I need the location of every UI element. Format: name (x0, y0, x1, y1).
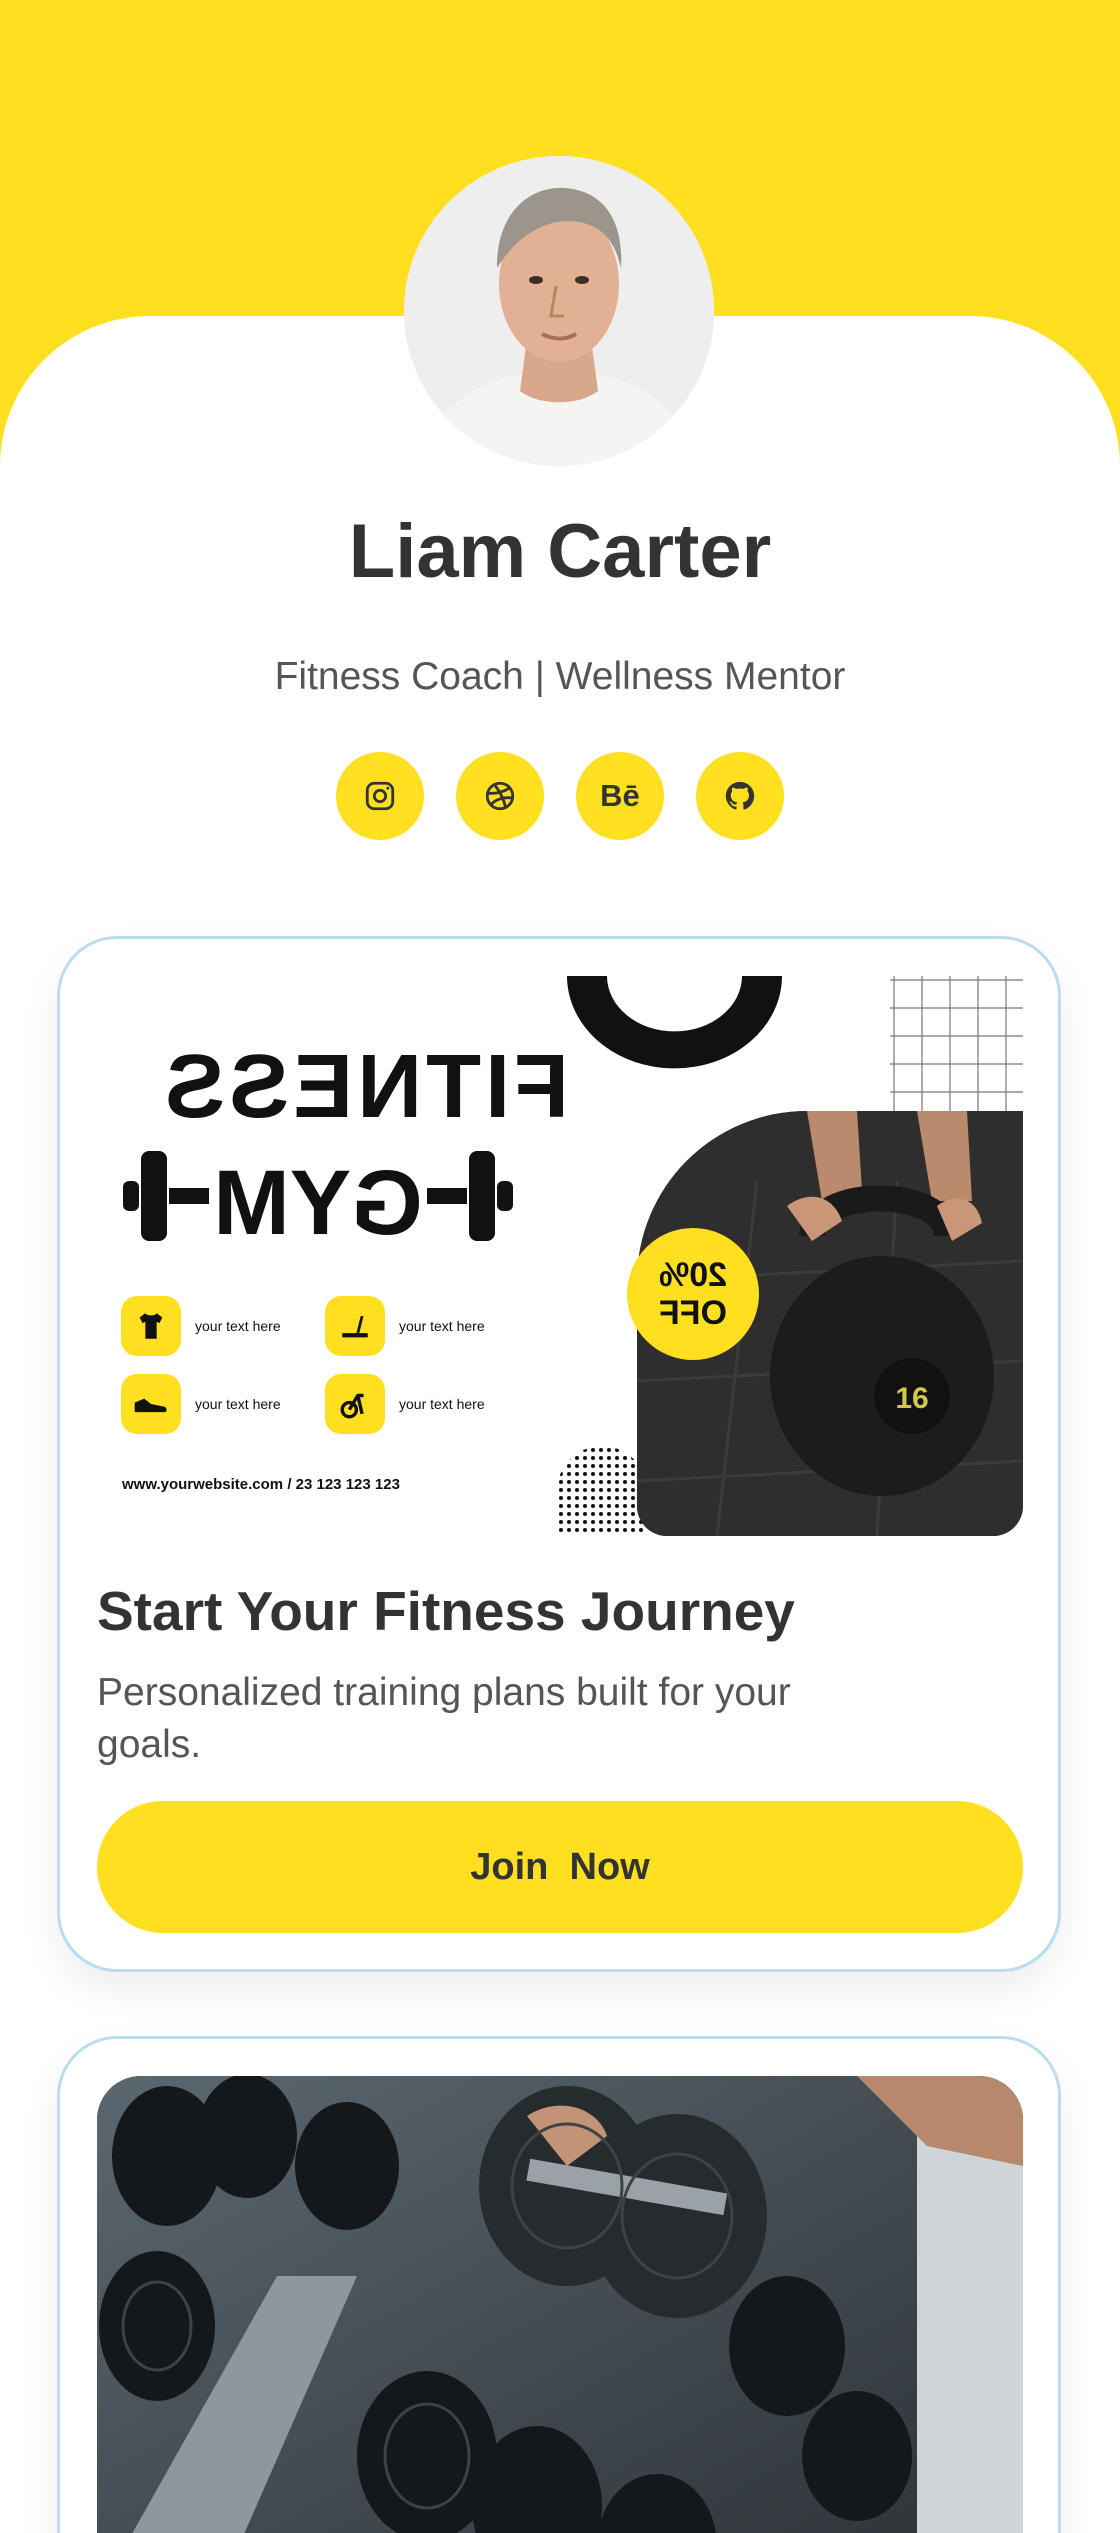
treadmill-icon (325, 1296, 385, 1356)
dumbbell-rack-photo (97, 2076, 1023, 2533)
banner-fitness-text: FITNESS (161, 1037, 570, 1137)
ring-decoration (567, 976, 782, 1069)
profile-name: Liam Carter (348, 509, 772, 594)
svg-text:16: 16 (895, 1382, 928, 1415)
banner-feature-item: your text here (121, 1296, 281, 1356)
gym-photo-card (57, 2036, 1061, 2533)
github-button[interactable] (696, 752, 784, 840)
profile-tagline: Fitness Coach | Wellness Mentor (274, 655, 846, 698)
banner-feature-item: your text here (121, 1374, 281, 1434)
join-now-button[interactable]: Join Now (97, 1801, 1023, 1933)
instagram-icon (365, 781, 395, 811)
grid-decoration (890, 976, 1023, 1116)
instagram-button[interactable] (336, 752, 424, 840)
svg-text:GYM: GYM (213, 1152, 423, 1246)
banner-feature-item: your text here (325, 1374, 485, 1434)
behance-button[interactable]: Bē (576, 752, 664, 840)
dot-pattern-decoration (557, 1446, 647, 1536)
discount-badge: 20% OFF (627, 1228, 759, 1360)
dribbble-icon (485, 781, 515, 811)
dribbble-button[interactable] (456, 752, 544, 840)
github-icon (725, 781, 755, 810)
exercise-bike-icon (325, 1374, 385, 1434)
banner-gym-logo: GYM (123, 1151, 513, 1246)
social-links: Bē (0, 752, 1120, 840)
shirt-icon (121, 1296, 181, 1356)
fitness-gym-banner: FITNESS GYM your text here your text her… (97, 976, 1023, 1536)
banner-url: www.yourwebsite.com / 23 123 123 123 (122, 1476, 400, 1493)
banner-feature-item: your text here (325, 1296, 485, 1356)
behance-icon: Bē (600, 778, 640, 813)
promo-card: FITNESS GYM your text here your text her… (57, 936, 1061, 1972)
card-title: Start Your Fitness Journey (97, 1580, 795, 1642)
avatar (404, 156, 714, 466)
card-description: Personalized training plans built for yo… (97, 1671, 791, 1766)
sneaker-icon (121, 1374, 181, 1434)
